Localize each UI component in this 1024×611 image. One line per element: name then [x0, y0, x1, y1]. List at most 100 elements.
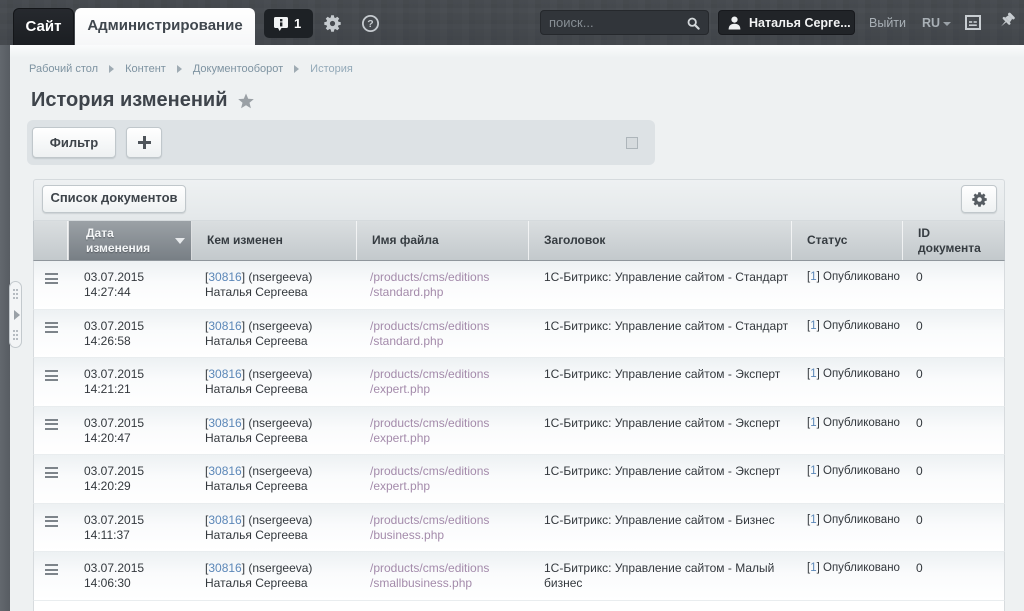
row-cell-file: /products/cms/editions/standard.php — [357, 261, 529, 309]
row-menu-icon[interactable] — [45, 419, 58, 430]
row-cell-status: [1] Опубликовано — [792, 358, 903, 406]
filter-button[interactable]: Фильтр — [32, 127, 116, 158]
user-id-link[interactable]: 30816 — [208, 464, 241, 478]
user-button[interactable]: Наталья Серге... — [718, 10, 855, 35]
user-id-link[interactable]: 30816 — [208, 367, 241, 381]
row-who-login: (nsergeeva) — [248, 319, 312, 333]
row-cell-who: [30816] (nsergeeva)Наталья Сергеева — [192, 261, 357, 309]
user-id-link[interactable]: 30816 — [208, 319, 241, 333]
row-cell-menu — [34, 407, 68, 455]
row-cell-status: [1] Опубликовано — [792, 261, 903, 309]
file-link[interactable]: /products/cms/editions — [370, 561, 529, 576]
row-cell-date: 03.07.201514:20:29 — [68, 455, 192, 503]
grid-header-date[interactable]: Дата изменения — [68, 221, 192, 260]
logout-link[interactable]: Выйти — [869, 16, 906, 30]
tab-site[interactable]: Сайт — [13, 8, 74, 45]
status-link[interactable]: 1 — [810, 271, 816, 283]
row-who-login: (nsergeeva) — [248, 270, 312, 284]
grid-header-id[interactable]: ID документа — [903, 221, 1004, 260]
status-link[interactable]: 1 — [810, 562, 816, 574]
hotkeys-keyboard-icon[interactable] — [965, 15, 981, 30]
user-id-link[interactable]: 30816 — [208, 270, 241, 284]
tab-document-list[interactable]: Список документов — [42, 185, 186, 213]
grid-settings-button[interactable] — [961, 185, 997, 213]
breadcrumb-item-current[interactable]: История — [310, 63, 353, 75]
status-link[interactable]: 1 — [810, 465, 816, 477]
row-time: 14:11:37 — [84, 528, 192, 543]
user-id-link[interactable]: 30816 — [208, 416, 241, 430]
row-menu-icon[interactable] — [45, 564, 58, 575]
row-who-name: Наталья Сергеева — [205, 382, 357, 397]
row-who-line: [30816] (nsergeeva) — [205, 416, 357, 431]
language-selector[interactable]: RU — [922, 16, 951, 30]
sidebar-expand-handle[interactable] — [9, 281, 22, 348]
notifications-button[interactable]: 1 — [264, 9, 313, 38]
row-cell-title: 1С-Битрикс: Управление сайтом - Эксперт — [529, 358, 792, 406]
help-icon[interactable]: ? — [362, 15, 379, 32]
row-menu-icon[interactable] — [45, 273, 58, 284]
grid-header-date-label: Дата изменения — [86, 226, 156, 256]
search-input[interactable] — [549, 12, 679, 33]
user-id-link[interactable]: 30816 — [208, 561, 241, 575]
status-link[interactable]: 1 — [810, 514, 816, 526]
row-menu-icon[interactable] — [45, 467, 58, 478]
row-time: 14:26:58 — [84, 334, 192, 349]
grid-header-who[interactable]: Кем изменен — [192, 221, 357, 260]
file-link[interactable]: /products/cms/editions — [370, 416, 529, 431]
file-link[interactable]: /products/cms/editions — [370, 464, 529, 479]
file-link[interactable]: /business.php — [370, 528, 529, 543]
row-menu-icon[interactable] — [45, 370, 58, 381]
file-link[interactable]: /expert.php — [370, 431, 529, 446]
row-cell-id: 0 — [903, 310, 1004, 358]
grid-row: 03.07.201514:20:47[30816] (nsergeeva)Нат… — [33, 407, 1005, 456]
add-filter-button[interactable] — [126, 127, 162, 158]
row-who-login: (nsergeeva) — [248, 464, 312, 478]
file-link[interactable]: /expert.php — [370, 382, 529, 397]
file-link[interactable]: /products/cms/editions — [370, 513, 529, 528]
breadcrumb-item[interactable]: Рабочий стол — [29, 63, 98, 75]
pin-icon[interactable] — [997, 12, 1016, 31]
file-link[interactable]: /products/cms/editions — [370, 319, 529, 334]
tab-admin[interactable]: Администрирование — [75, 8, 255, 45]
row-cell-id: 0 — [903, 504, 1004, 552]
status-link[interactable]: 1 — [810, 417, 816, 429]
row-cell-date: 03.07.201514:06:30 — [68, 552, 192, 600]
filter-minimize-icon[interactable] — [626, 137, 638, 149]
row-menu-icon[interactable] — [45, 322, 58, 333]
file-link[interactable]: /standard.php — [370, 334, 529, 349]
handle-dots — [13, 330, 15, 332]
status-link[interactable]: 1 — [810, 320, 816, 332]
status-link[interactable]: 1 — [810, 368, 816, 380]
file-link[interactable]: /smallbusiness.php — [370, 576, 529, 591]
user-id-link[interactable]: 30816 — [208, 513, 241, 527]
row-cell-status: [1] Опубликовано — [792, 504, 903, 552]
breadcrumb-item[interactable]: Контент — [125, 63, 166, 75]
search-icon[interactable] — [687, 17, 700, 30]
row-cell-who: [30816] (nsergeeva)Наталья Сергеева — [192, 552, 357, 600]
row-time: 14:21:21 — [84, 382, 192, 397]
row-cell-title: 1С-Битрикс: Управление сайтом - Эксперт — [529, 407, 792, 455]
file-link[interactable]: /expert.php — [370, 479, 529, 494]
row-who-name: Наталья Сергеева — [205, 528, 357, 543]
breadcrumb-item[interactable]: Документооборот — [193, 63, 283, 75]
row-date: 03.07.2015 — [84, 561, 192, 576]
row-cell-menu — [34, 310, 68, 358]
row-menu-icon[interactable] — [45, 516, 58, 527]
favorite-star-icon[interactable] — [238, 93, 254, 109]
row-cell-status: [1] Опубликовано — [792, 310, 903, 358]
file-link[interactable]: /products/cms/editions — [370, 367, 529, 382]
grid-header-status[interactable]: Статус — [792, 221, 903, 260]
row-status-label: Опубликовано — [823, 562, 900, 574]
row-cell-id: 0 — [903, 358, 1004, 406]
settings-gear-icon[interactable] — [324, 15, 341, 32]
file-link[interactable]: /standard.php — [370, 285, 529, 300]
row-who-line: [30816] (nsergeeva) — [205, 319, 357, 334]
grid-header-title[interactable]: Заголовок — [529, 221, 792, 260]
grid-header-file[interactable]: Имя файла — [357, 221, 529, 260]
row-cell-title: 1С-Битрикс: Управление сайтом - Эксперт — [529, 455, 792, 503]
file-link[interactable]: /products/cms/editions — [370, 270, 529, 285]
row-who-line: [30816] (nsergeeva) — [205, 561, 357, 576]
row-cell-menu — [34, 552, 68, 600]
user-name: Наталья Серге... — [749, 16, 851, 30]
row-cell-id: 0 — [903, 455, 1004, 503]
